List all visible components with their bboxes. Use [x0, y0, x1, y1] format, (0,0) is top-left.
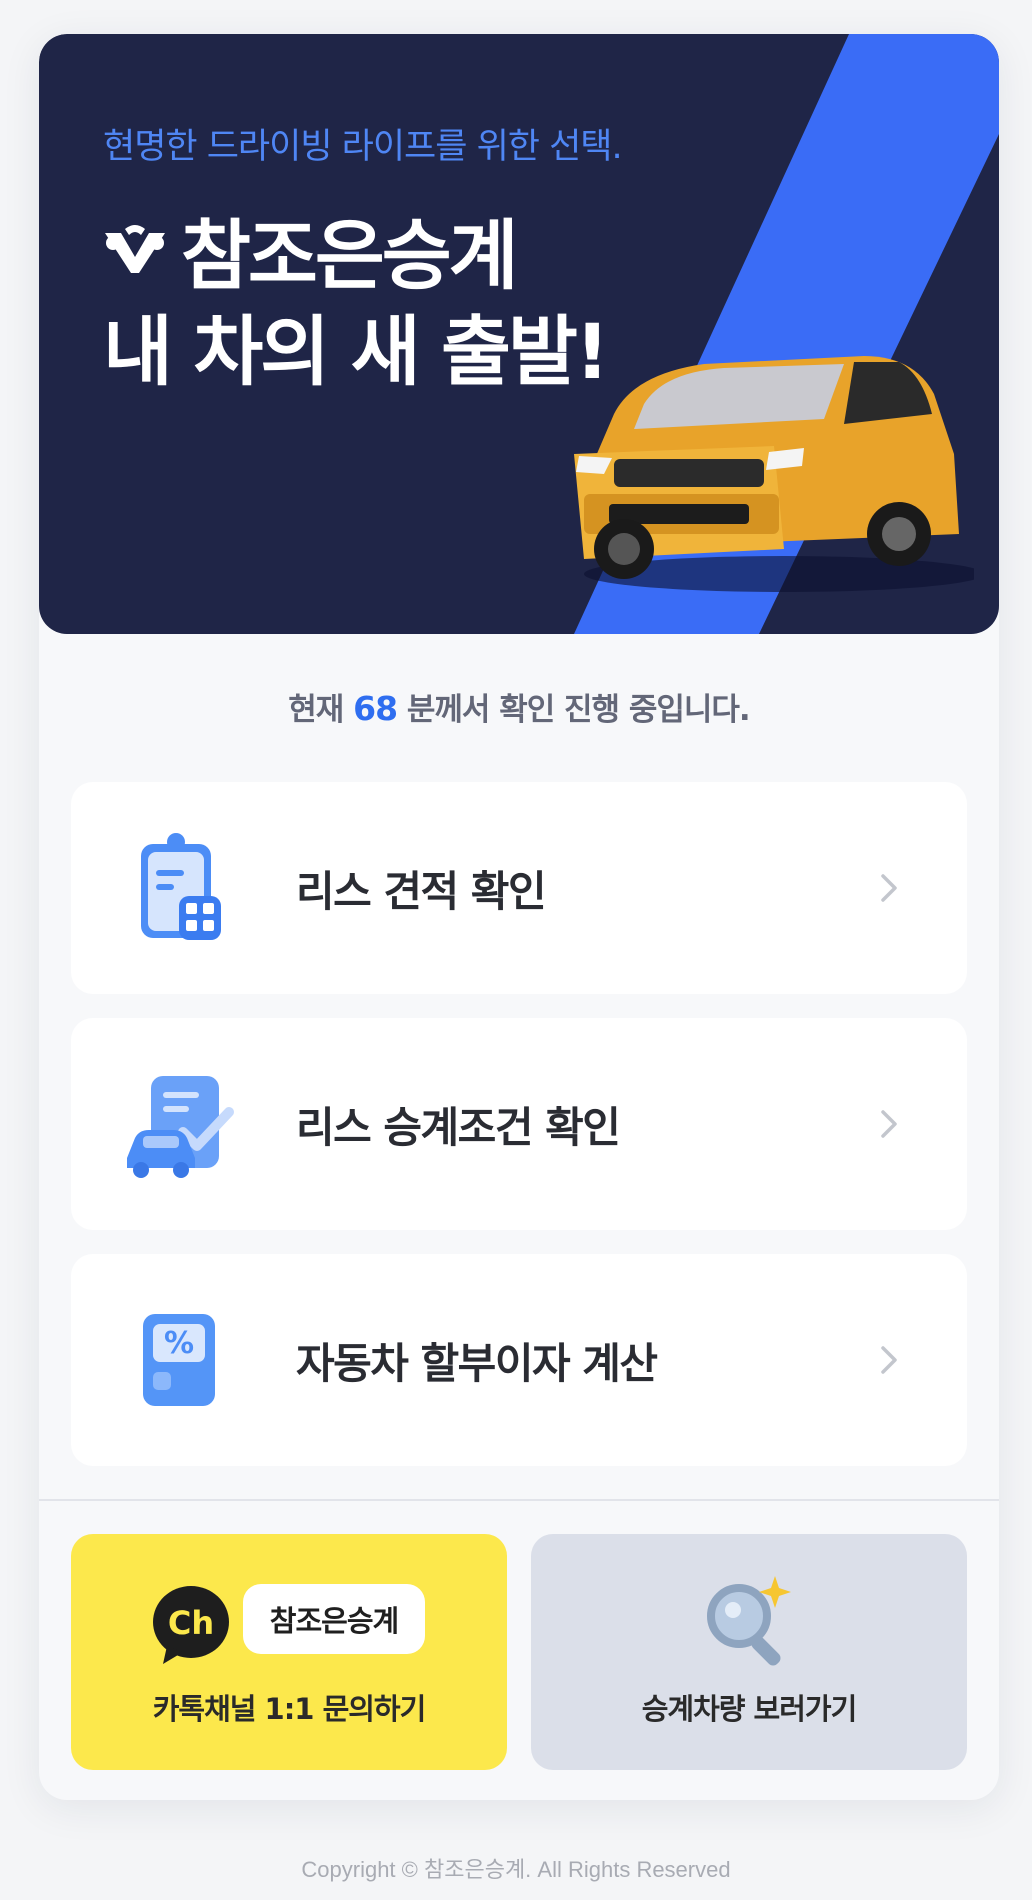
chevron-right-icon	[881, 1346, 897, 1374]
brand-logo-icon	[105, 225, 165, 273]
counter-suffix: 분께서 확인 진행 중입니다.	[397, 692, 751, 728]
suv-car-image	[574, 356, 974, 592]
channel-name-pill: 참조은승계	[243, 1584, 425, 1654]
menu-item-label: 리스 견적 확인	[296, 866, 547, 916]
view-cars-label: 승계차량 보러가기	[641, 1692, 858, 1726]
chevron-right-icon	[881, 1110, 897, 1138]
kakao-channel-badge: Ch	[168, 1604, 214, 1642]
hero-banner[interactable]: 현명한 드라이빙 라이프를 위한 선택. 참조은승계 내 차의 새 출발!	[39, 34, 999, 634]
hero-headline: 내 차의 새 출발!	[103, 307, 610, 396]
clipboard-calculator-icon	[141, 833, 221, 940]
svg-text:%: %	[164, 1326, 194, 1361]
copyright-footer: Copyright © 참조은승계. All Rights Reserved	[301, 1857, 731, 1882]
view-transfer-cars-button[interactable]: 승계차량 보러가기	[531, 1534, 967, 1770]
counter-number: 68	[353, 689, 398, 728]
section-divider	[39, 1499, 999, 1501]
hero-tagline: 현명한 드라이빙 라이프를 위한 선택.	[103, 127, 623, 167]
percent-calculator-icon: %	[143, 1314, 215, 1406]
car-document-check-icon	[127, 1076, 234, 1178]
kakao-channel-icon: Ch	[153, 1586, 229, 1664]
menu-item-lease-quote[interactable]: 리스 견적 확인	[71, 782, 967, 994]
kakao-inquiry-label: 카톡채널 1:1 문의하기	[152, 1692, 427, 1726]
hero-brand-row: 참조은승계	[103, 194, 519, 304]
kakao-inquiry-button[interactable]: Ch 참조은승계 카톡채널 1:1 문의하기	[71, 1534, 507, 1770]
menu-item-label: 리스 승계조건 확인	[296, 1102, 621, 1152]
menu-item-installment-interest[interactable]: % 자동차 할부이자 계산	[71, 1254, 967, 1466]
counter-prefix: 현재	[288, 692, 354, 728]
hero-brand-name: 참조은승계	[181, 211, 519, 300]
menu-item-transfer-terms[interactable]: 리스 승계조건 확인	[71, 1018, 967, 1230]
menu-item-label: 자동차 할부이자 계산	[296, 1338, 658, 1388]
chevron-right-icon	[881, 874, 897, 902]
active-users-counter: 현재 68 분께서 확인 진행 중입니다.	[39, 684, 999, 729]
main-card: 현명한 드라이빙 라이프를 위한 선택. 참조은승계 내 차의 새 출발! 현재…	[39, 34, 999, 1800]
magnifier-sparkle-icon	[707, 1576, 791, 1666]
